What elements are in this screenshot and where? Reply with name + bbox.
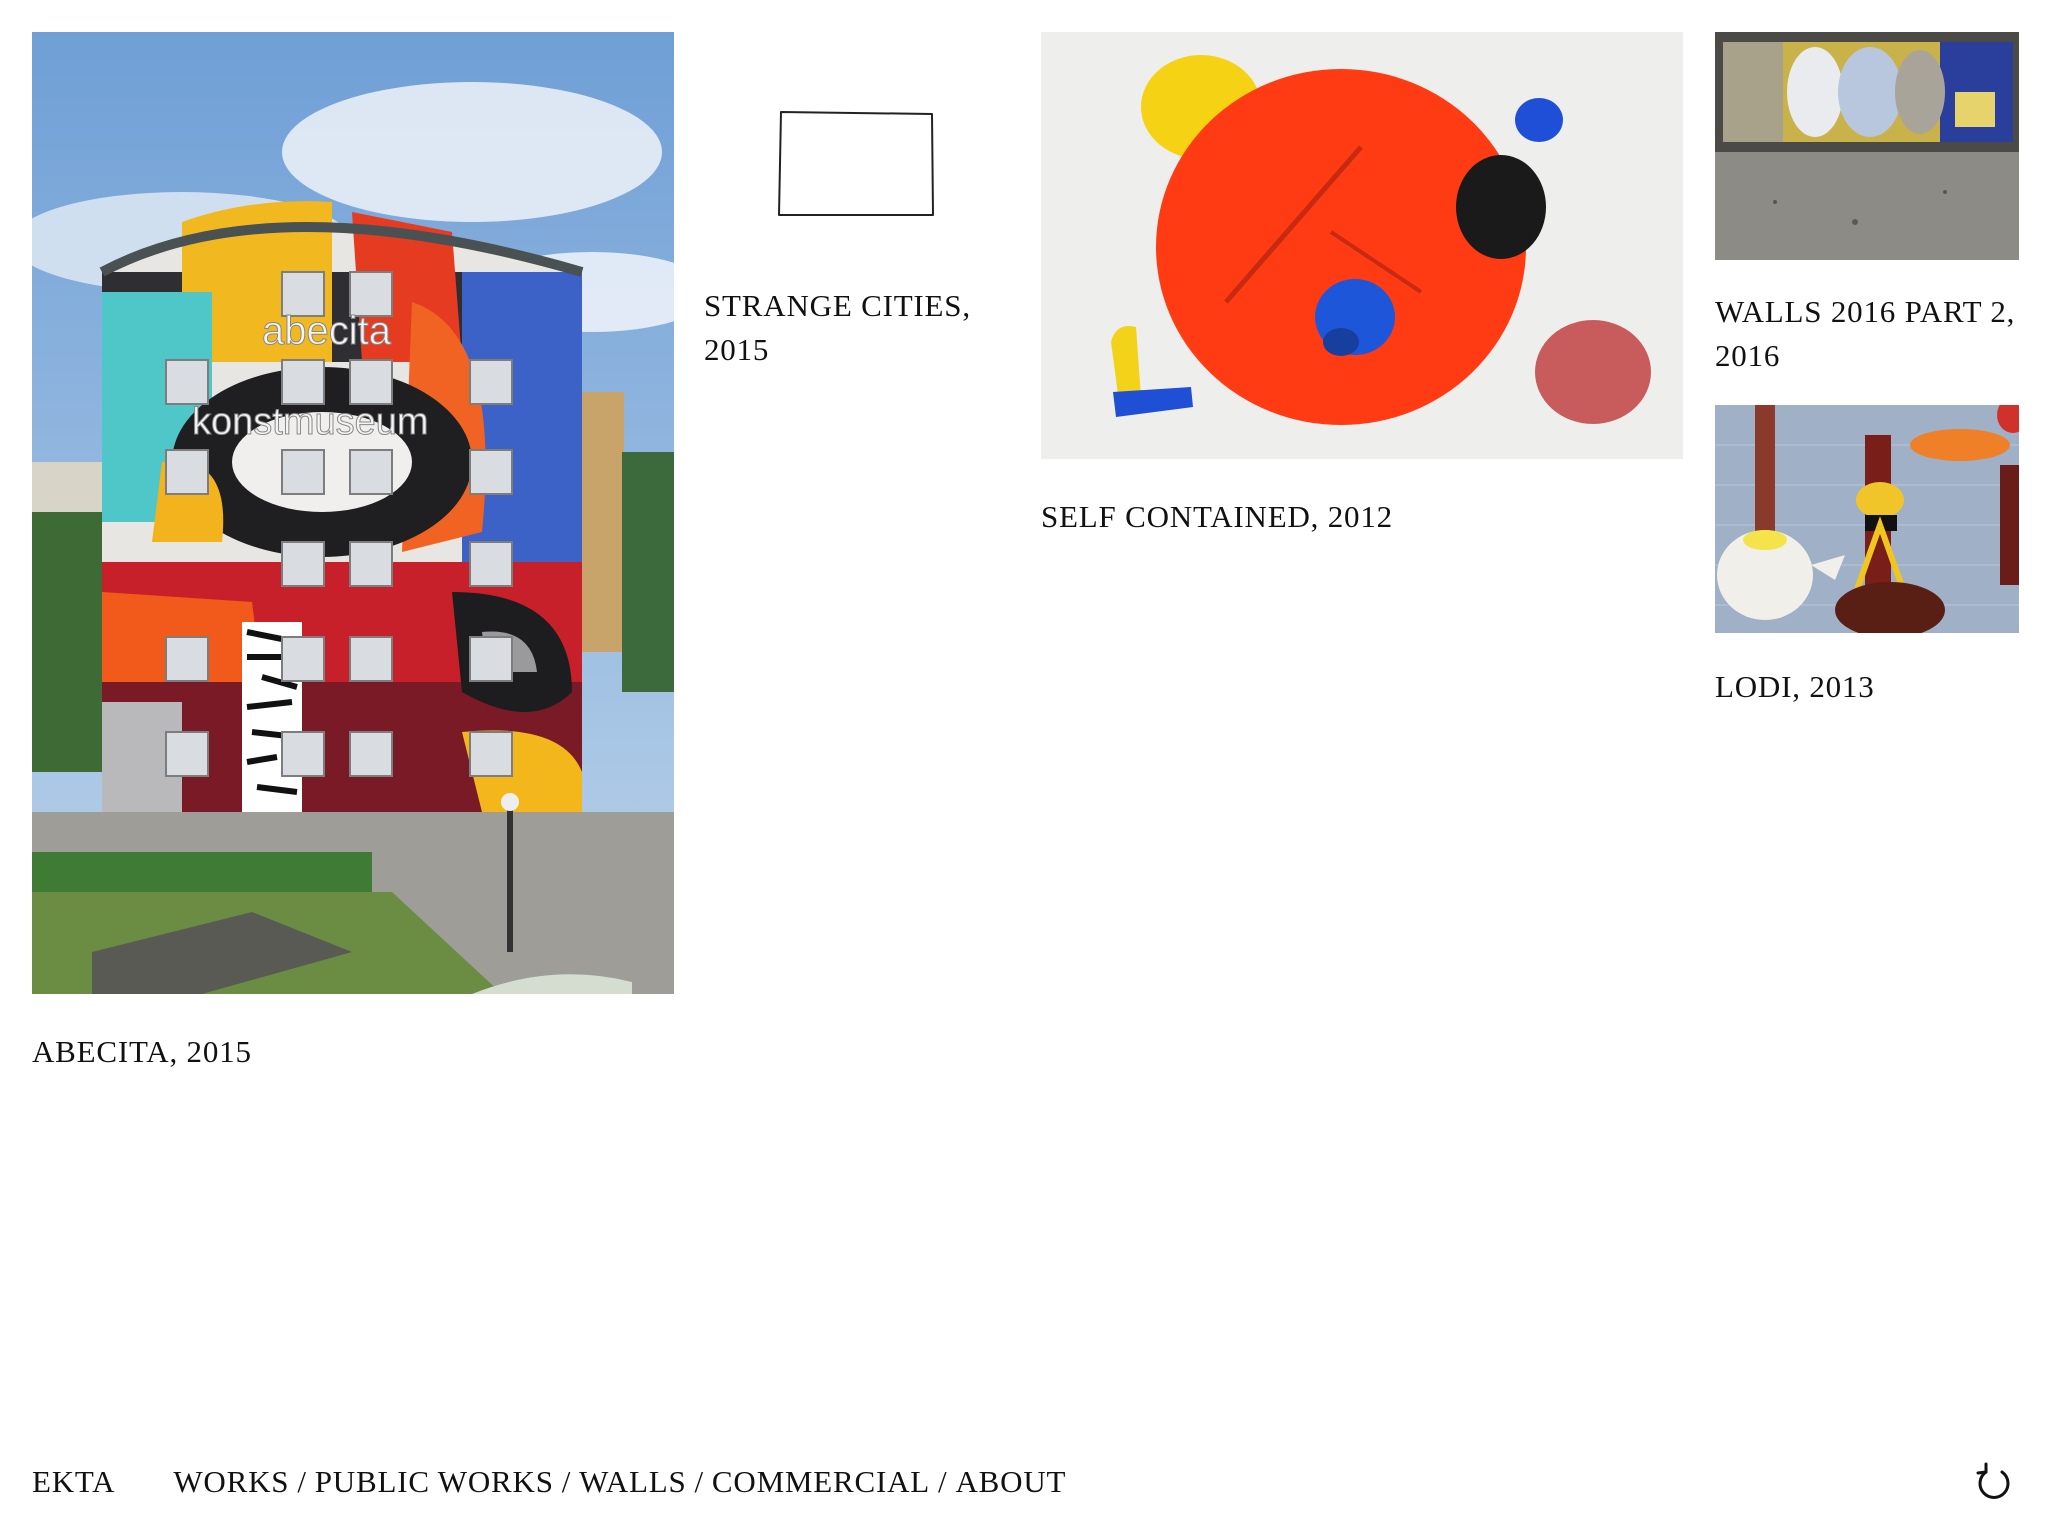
mural-building-photo: abecita konstmuseum bbox=[32, 32, 674, 994]
nav-separator: / bbox=[938, 1464, 948, 1499]
work-title: WALLS 2016 PART 2, 2016 bbox=[1715, 294, 2016, 373]
work-image-strange-cities[interactable] bbox=[704, 32, 1044, 242]
work-image-self-contained[interactable] bbox=[1041, 32, 1683, 459]
site-logo[interactable]: EKTA bbox=[32, 1464, 115, 1500]
work-title: SELF CONTAINED, 2012 bbox=[1041, 499, 1393, 534]
work-title: LODI, 2013 bbox=[1715, 669, 1875, 704]
nav-commercial[interactable]: COMMERCIAL bbox=[712, 1464, 930, 1500]
nav-separator: / bbox=[694, 1464, 704, 1499]
work-abecita[interactable]: abecita konstmuseum ABECITA, 2015 bbox=[32, 32, 674, 1074]
work-walls-2016-part-2[interactable]: WALLS 2016 PART 2, 2016 bbox=[1715, 32, 2019, 378]
work-title: ABECITA, 2015 bbox=[32, 1034, 252, 1069]
nav-about[interactable]: ABOUT bbox=[955, 1464, 1066, 1500]
lodi-mural-photo bbox=[1715, 405, 2019, 633]
work-lodi[interactable]: LODI, 2013 bbox=[1715, 405, 2019, 709]
wall-mural-photo bbox=[1715, 32, 2019, 260]
work-self-contained[interactable]: SELF CONTAINED, 2012 bbox=[1041, 32, 1683, 539]
work-strange-cities[interactable]: STRANGE CITIES, 2015 bbox=[704, 32, 1044, 372]
nav-separator: / bbox=[297, 1464, 307, 1499]
main-nav: WORKS / PUBLIC WORKS / WALLS / COMMERCIA… bbox=[173, 1464, 1066, 1500]
sign-text-2: konstmuseum bbox=[192, 401, 429, 443]
sign-text-1: abecita bbox=[262, 309, 392, 353]
footer-nav: EKTA WORKS / PUBLIC WORKS / WALLS / COMM… bbox=[32, 1452, 2016, 1512]
clay-sculpture-photo bbox=[1041, 32, 1683, 459]
nav-walls[interactable]: WALLS bbox=[579, 1464, 686, 1500]
work-image-lodi[interactable] bbox=[1715, 405, 2019, 633]
work-title: STRANGE CITIES, 2015 bbox=[704, 288, 971, 367]
nav-public-works[interactable]: PUBLIC WORKS bbox=[315, 1464, 554, 1500]
empty-frame-drawing bbox=[778, 111, 934, 216]
work-image-walls-2016[interactable] bbox=[1715, 32, 2019, 260]
page: abecita konstmuseum ABECITA, 2015 STRANG… bbox=[0, 0, 2048, 1536]
nav-works[interactable]: WORKS bbox=[173, 1464, 289, 1500]
reload-icon[interactable] bbox=[1972, 1460, 2016, 1504]
nav-separator: / bbox=[561, 1464, 572, 1499]
work-image-abecita[interactable]: abecita konstmuseum bbox=[32, 32, 674, 994]
